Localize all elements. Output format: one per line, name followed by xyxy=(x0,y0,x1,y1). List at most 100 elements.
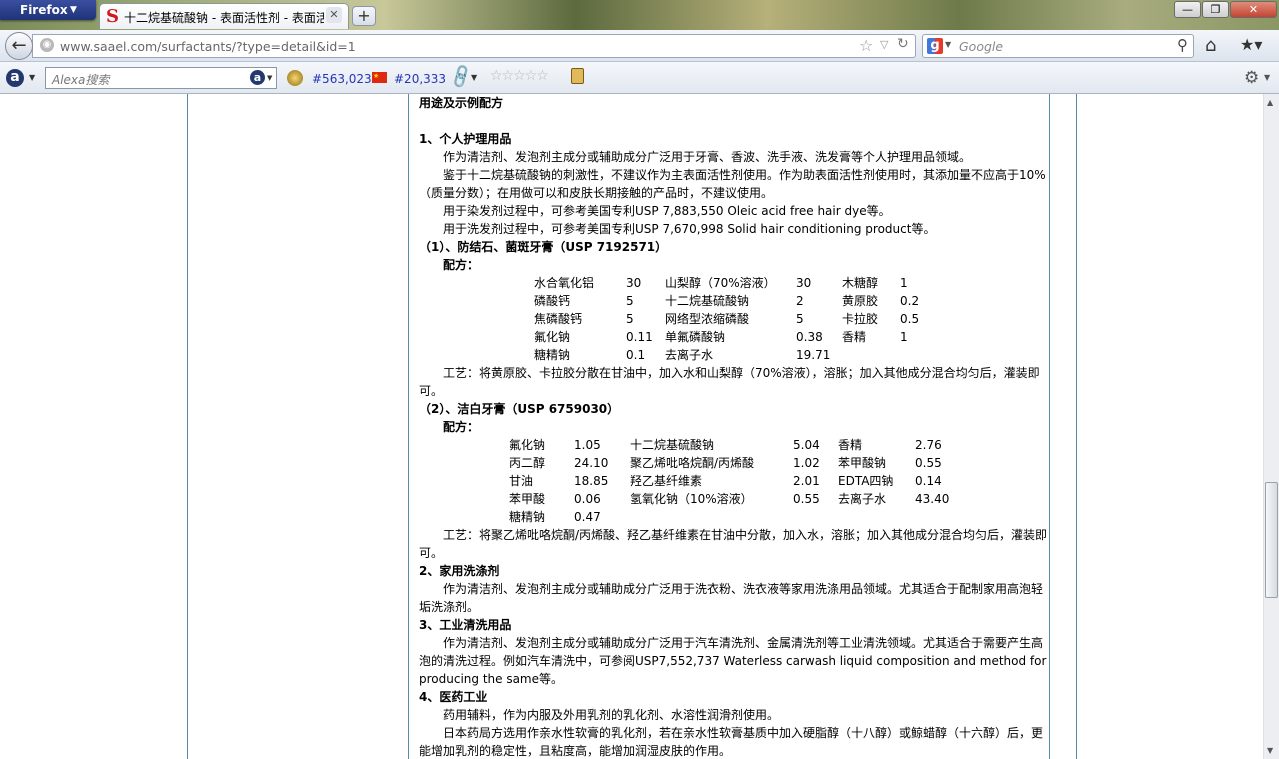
new-tab-button[interactable]: + xyxy=(352,6,376,26)
search-input[interactable]: Google xyxy=(959,39,1003,54)
chevron-down-icon[interactable]: ▼ xyxy=(471,73,477,82)
url-bar[interactable]: ◉ www.saael.com/surfactants/?type=detail… xyxy=(32,34,916,58)
formula-cell: 单氟磷酸钠 xyxy=(665,330,726,344)
section-title-pharmaceutical: 4、医药工业 xyxy=(419,690,488,704)
bookmarks-menu-icon[interactable]: ★▾ xyxy=(1240,35,1262,54)
paragraph: 作为清洁剂、发泡剂主成分或辅助成分广泛用于牙膏、香波、洗手液、洗发膏等个人护理用… xyxy=(443,150,972,164)
formula-cell: 0.2 xyxy=(900,294,920,308)
bookmark-star-icon[interactable]: ☆ xyxy=(859,36,873,55)
tab-title: 十二烷基硫酸钠 - 表面活性剂 - 表面活... xyxy=(124,11,324,25)
formula-cell: 30 xyxy=(626,276,642,290)
search-engine-dropdown-icon[interactable]: ▼ xyxy=(945,40,951,49)
formula-cell: 18.85 xyxy=(574,474,609,488)
gear-icon[interactable]: ⚙ xyxy=(1244,68,1259,88)
formula-cell: 0.06 xyxy=(574,492,601,506)
scroll-up-arrow-icon[interactable]: ▲ xyxy=(1267,98,1273,107)
formula-cell: 1.02 xyxy=(793,456,820,470)
formula-cell: 磷酸钙 xyxy=(534,294,571,308)
arrow-left-icon: ← xyxy=(11,35,27,56)
country-rank[interactable]: #20,333 xyxy=(394,72,446,86)
site-favicon-icon: S xyxy=(106,6,119,27)
formula-cell: 丙二醇 xyxy=(509,456,546,470)
alexa-search-input[interactable]: Alexa搜索 a ▼ xyxy=(45,67,277,89)
section-heading: 用途及示例配方 xyxy=(419,96,504,110)
chevron-down-icon[interactable]: ▼ xyxy=(267,74,272,82)
rating-stars[interactable]: ☆☆☆☆☆ xyxy=(490,68,549,84)
magnifier-icon[interactable]: ⚲ xyxy=(1177,36,1188,54)
formula-cell: 苯甲酸钠 xyxy=(838,456,887,470)
tab-active[interactable]: S 十二烷基硫酸钠 - 表面活性剂 - 表面活... ✕ xyxy=(99,3,349,29)
paragraph: 鉴于十二烷基硫酸钠的刺激性，不建议作为主表面活性剂使用。作为助表面活性剂使用时，… xyxy=(419,168,1046,200)
formula-cell: 黄原胶 xyxy=(842,294,879,308)
back-button[interactable]: ← xyxy=(5,32,33,60)
chevron-down-icon[interactable]: ▼ xyxy=(29,73,35,82)
chevron-down-icon[interactable]: ▼ xyxy=(1264,73,1270,82)
title-bar: Firefox ▼ S 十二烷基硫酸钠 - 表面活性剂 - 表面活... ✕ +… xyxy=(0,0,1279,30)
paragraph: 日本药局方选用作亲水性软膏的乳化剂，若在亲水性软膏基质中加入硬脂醇（十八醇）或鲸… xyxy=(419,726,1044,758)
reload-icon[interactable]: ↻ xyxy=(897,36,909,52)
formula-cell: 山梨醇（70%溶液） xyxy=(665,276,776,290)
formula-title-toothpaste-1: （1）、防结石、菌斑牙膏（USP 7192571） xyxy=(419,240,668,254)
formula-cell: 糖精钠 xyxy=(534,348,571,362)
section-title-industrial-cleaning: 3、工业清洗用品 xyxy=(419,618,512,632)
formula-cell: 网络型浓缩磷酸 xyxy=(665,312,750,326)
traffic-rank-icon[interactable] xyxy=(287,70,303,86)
minimize-button[interactable]: — xyxy=(1174,1,1201,18)
process-paragraph: 工艺：将黄原胶、卡拉胶分散在甘油中，加入水和山梨醇（70%溶液），溶胀；加入其他… xyxy=(419,366,1040,398)
process-paragraph: 工艺：将聚乙烯吡咯烷酮/丙烯酸、羟乙基纤维素在甘油中分散，加入水，溶胀；加入其他… xyxy=(419,528,1048,560)
formula-cell: 羟乙基纤维素 xyxy=(630,474,703,488)
formula-cell: 糖精钠 xyxy=(509,510,546,524)
formula-cell: 30 xyxy=(796,276,812,290)
url-history-dropdown-icon[interactable]: ▽ xyxy=(880,38,888,51)
url-text[interactable]: www.saael.com/surfactants/?type=detail&i… xyxy=(60,39,356,54)
formula-cell: 苯甲酸 xyxy=(509,492,546,506)
scroll-down-arrow-icon[interactable]: ▼ xyxy=(1267,746,1273,755)
scrollbar-thumb[interactable] xyxy=(1265,482,1278,598)
globe-icon: ◉ xyxy=(40,38,54,52)
firefox-menu-label: Firefox xyxy=(20,3,68,17)
formula-cell: 香精 xyxy=(838,438,863,452)
formula-table-2: 氟化钠 1.05 十二烷基硫酸钠 5.04 香精 2.76 丙二醇 24.10 … xyxy=(419,436,1049,526)
formula-cell: 香精 xyxy=(842,330,867,344)
formula-cell: 1.05 xyxy=(574,438,601,452)
maximize-button[interactable]: ❐ xyxy=(1202,1,1229,18)
formula-cell: 2.76 xyxy=(915,438,942,452)
article-body: 用途及示例配方 1、个人护理用品 作为清洁剂、发泡剂主成分或辅助成分广泛用于牙膏… xyxy=(419,94,1049,759)
formula-cell: 1 xyxy=(900,276,908,290)
notebook-icon[interactable] xyxy=(571,68,584,84)
alexa-search-button-icon[interactable]: a xyxy=(250,70,265,85)
formula-cell: 0.38 xyxy=(796,330,823,344)
firefox-menu-button[interactable]: Firefox ▼ xyxy=(0,0,96,20)
formula-cell: 氟化钠 xyxy=(534,330,571,344)
alexa-search-placeholder: Alexa搜索 xyxy=(52,73,110,87)
formula-cell: 聚乙烯吡咯烷酮/丙烯酸 xyxy=(630,456,755,470)
alexa-toolbar: a ▼ Alexa搜索 a ▼ #563,023 ★ #20,333 🔗 ▼ ☆… xyxy=(0,62,1279,94)
layout-divider xyxy=(1049,94,1050,759)
vertical-scrollbar[interactable]: ▲ ▼ xyxy=(1263,94,1279,759)
section-title-personal-care: 1、个人护理用品 xyxy=(419,132,512,146)
close-window-button[interactable]: ✕ xyxy=(1230,1,1277,18)
formula-cell: 43.40 xyxy=(915,492,950,506)
global-rank[interactable]: #563,023 xyxy=(312,72,372,86)
formula-cell: 19.71 xyxy=(796,348,831,362)
paragraph: 作为清洁剂、发泡剂主成分或辅助成分广泛用于汽车清洗剂、金属清洗剂等工业清洗领域。… xyxy=(419,636,1047,686)
formula-cell: 0.55 xyxy=(793,492,820,506)
layout-divider xyxy=(408,94,409,759)
formula-cell: 24.10 xyxy=(574,456,609,470)
formula-cell: 卡拉胶 xyxy=(842,312,879,326)
section-title-household-detergent: 2、家用洗涤剂 xyxy=(419,564,500,578)
tab-close-icon[interactable]: ✕ xyxy=(326,7,342,23)
alexa-logo-icon[interactable]: a xyxy=(6,69,24,87)
formula-cell: 氟化钠 xyxy=(509,438,546,452)
page-viewport: 用途及示例配方 1、个人护理用品 作为清洁剂、发泡剂主成分或辅助成分广泛用于牙膏… xyxy=(0,94,1263,759)
formula-label: 配方： xyxy=(443,258,480,272)
formula-cell: 0.1 xyxy=(626,348,646,362)
formula-cell: 5.04 xyxy=(793,438,820,452)
formula-cell: 5 xyxy=(626,312,634,326)
home-icon[interactable]: ⌂ xyxy=(1205,35,1216,56)
google-icon[interactable]: g xyxy=(927,38,943,54)
formula-cell: 0.55 xyxy=(915,456,942,470)
navigation-toolbar: ◉ www.saael.com/surfactants/?type=detail… xyxy=(0,30,1279,62)
search-bar[interactable]: g ▼ Google ⚲ xyxy=(922,34,1194,58)
formula-cell: 2.01 xyxy=(793,474,820,488)
